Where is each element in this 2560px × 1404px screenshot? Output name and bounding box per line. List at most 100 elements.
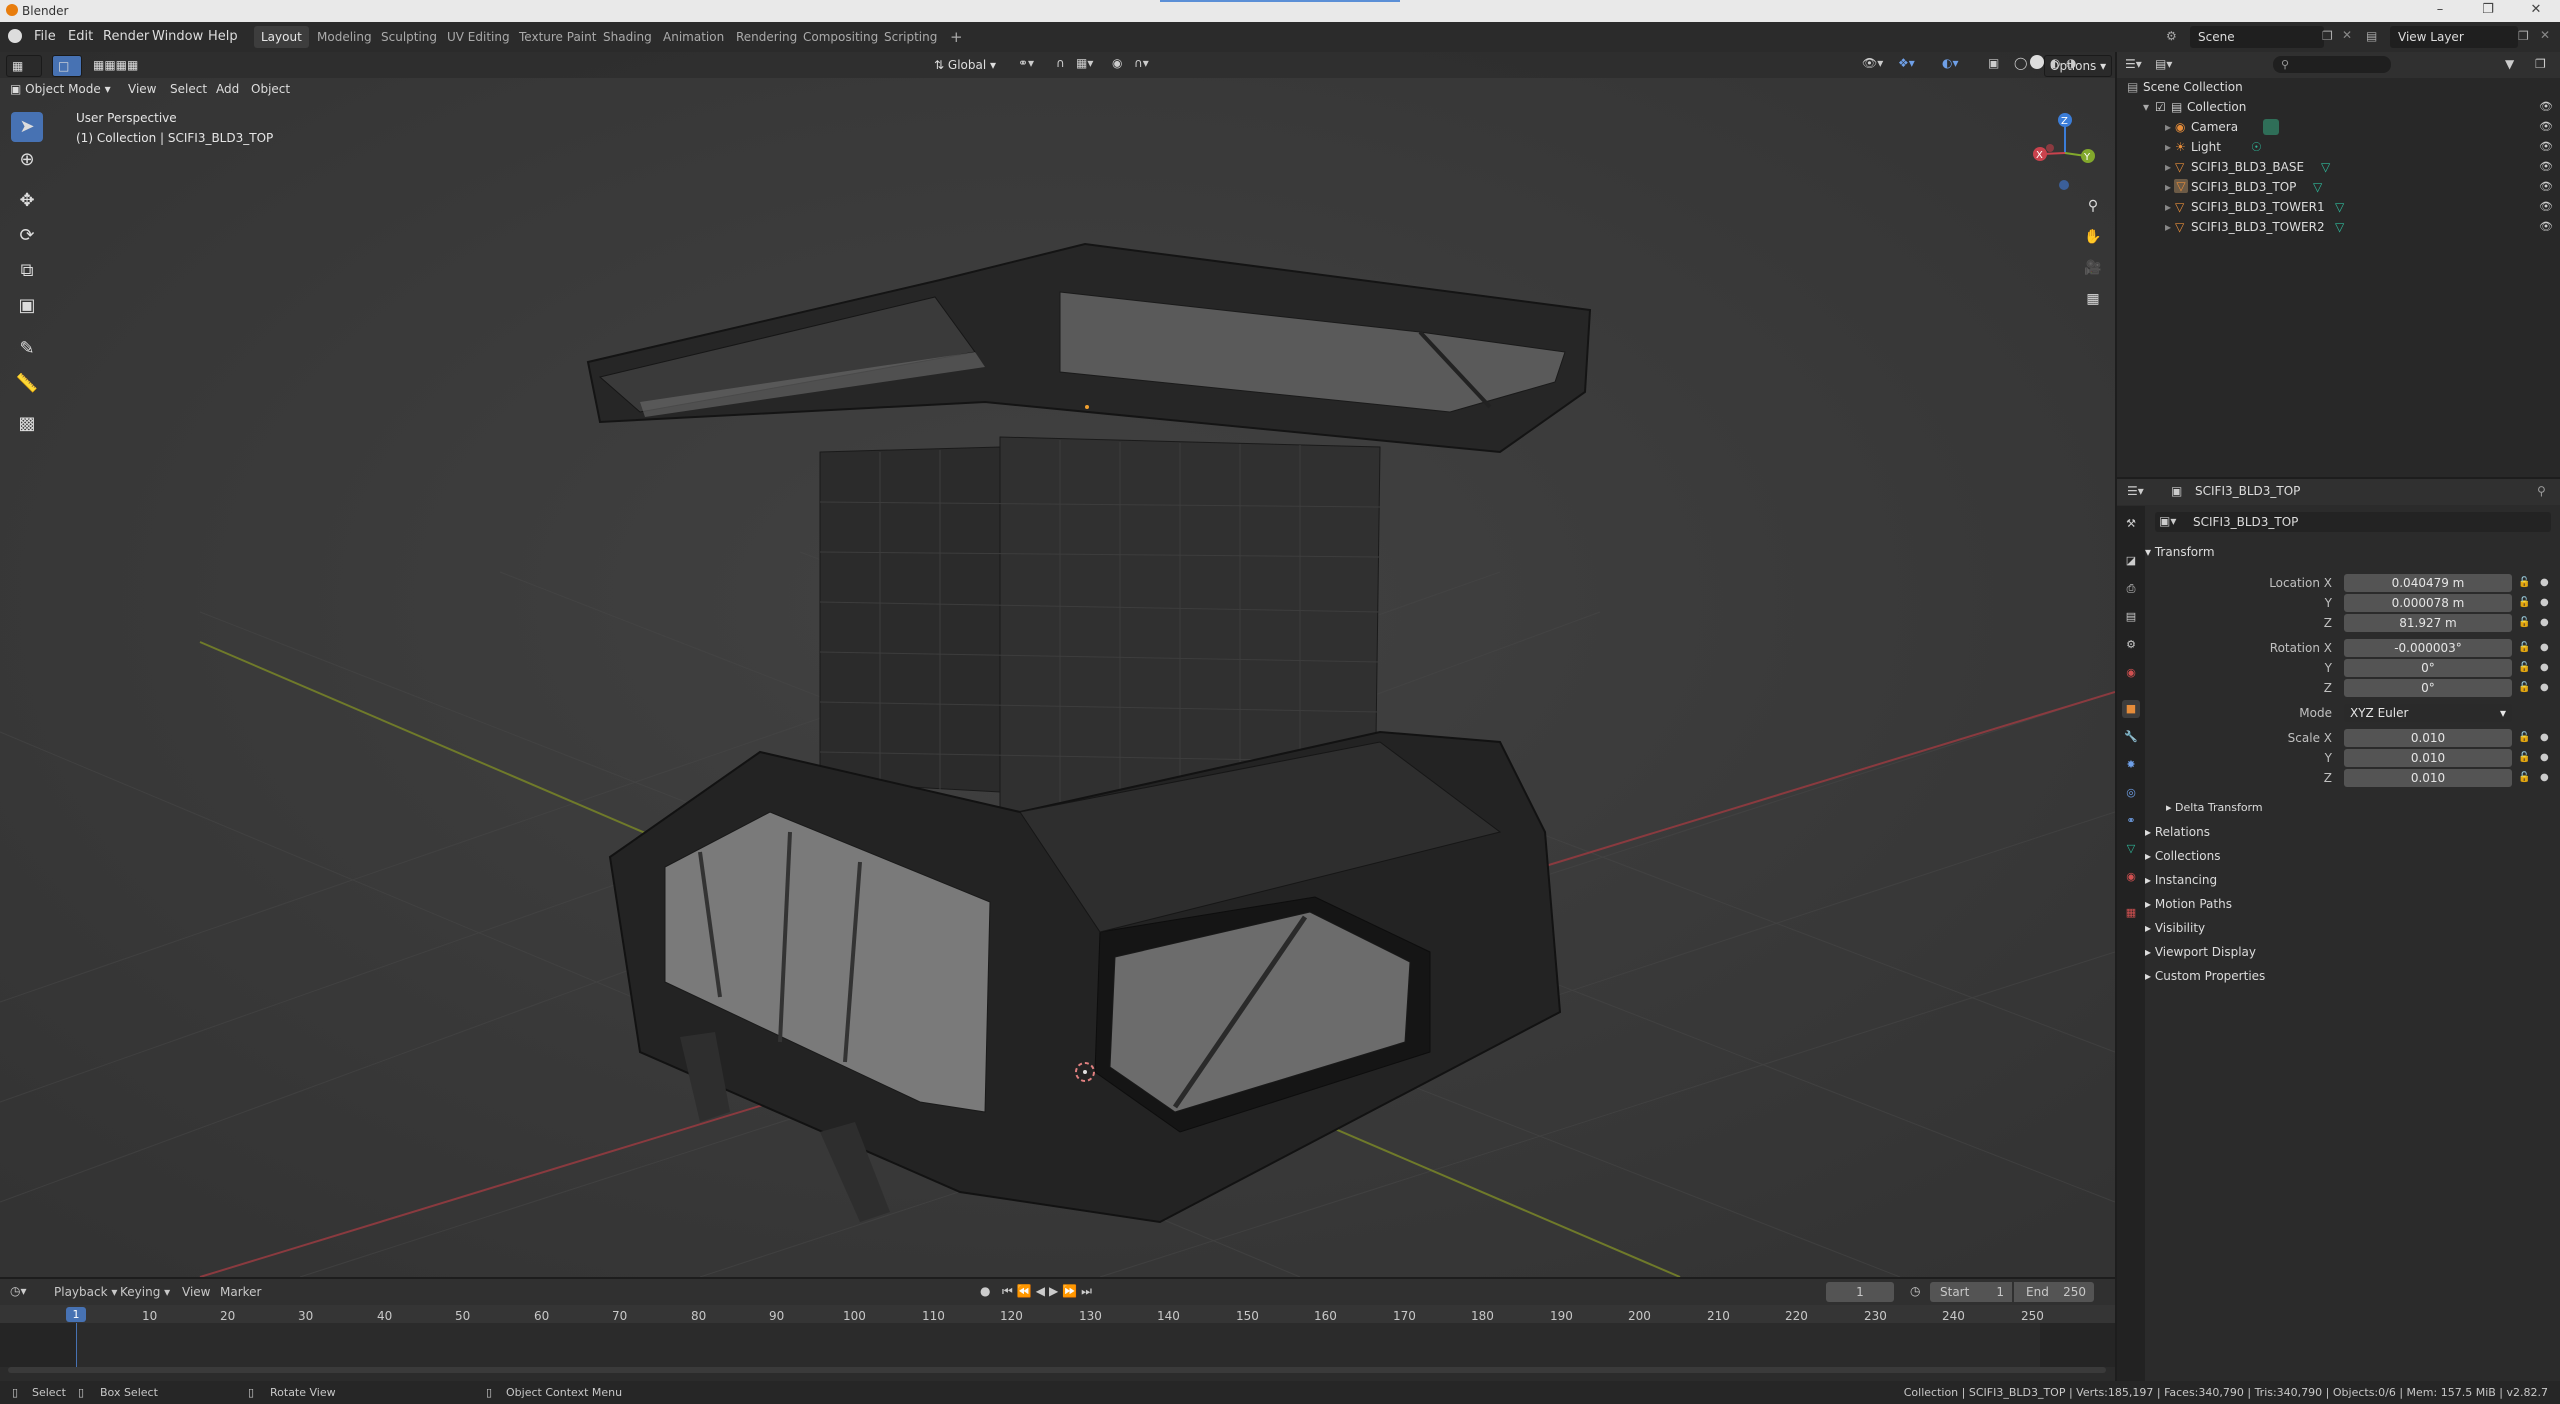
outliner-search-input[interactable]: ⚲	[2273, 56, 2391, 73]
world-tab-icon[interactable]: ◉	[2122, 664, 2140, 682]
modifier-tab-icon[interactable]: 🔧	[2122, 728, 2140, 746]
lock-icon[interactable]: 🔓	[2518, 752, 2530, 763]
keyframe-dot-icon[interactable]: ●	[2540, 617, 2549, 628]
mesh-data-tab-icon[interactable]: ▽	[2122, 840, 2140, 858]
cursor-tool-icon[interactable]: ⊕	[11, 145, 43, 175]
lock-icon[interactable]: 🔓	[2518, 772, 2530, 783]
new-scene-icon[interactable]: ❐	[2322, 29, 2333, 43]
object-tab-icon[interactable]: ■	[2122, 700, 2140, 718]
outliner-collection[interactable]: ▾ ☑ ▤ Collection 👁	[2117, 97, 2560, 117]
viewport-menu-select[interactable]: Select	[170, 82, 207, 96]
xray-icon[interactable]: ▣	[1988, 56, 1999, 70]
menu-edit[interactable]: Edit	[68, 29, 93, 44]
pivot-point-icon[interactable]: ⚭▾	[1018, 56, 1034, 70]
snap-icon[interactable]: ∩	[1056, 56, 1065, 70]
viewport-menu-add[interactable]: Add	[216, 82, 239, 96]
scale-y-field[interactable]: 0.010	[2344, 749, 2512, 767]
object-name-field[interactable]: ▣▾ SCIFI3_BLD3_TOP	[2155, 512, 2551, 532]
tab-rendering[interactable]: Rendering	[729, 26, 804, 48]
material-tab-icon[interactable]: ◉	[2122, 868, 2140, 886]
scene-tab-icon[interactable]: ⚙	[2122, 636, 2140, 654]
keyframe-dot-icon[interactable]: ●	[2540, 662, 2549, 673]
menu-render[interactable]: Render	[103, 29, 149, 44]
delta-transform-subpanel[interactable]: ▸ Delta Transform	[2166, 797, 2560, 819]
playhead-frame[interactable]: 1	[66, 1307, 86, 1322]
proportional-edit-icon[interactable]: ◉	[1112, 56, 1122, 70]
3d-viewport[interactable]	[0, 52, 2115, 1277]
outliner-scene-collection[interactable]: ▤ Scene Collection	[2117, 77, 2560, 97]
pin-icon[interactable]: ⚲	[2537, 484, 2546, 498]
annotate-tool-icon[interactable]: ✎	[11, 334, 43, 364]
record-icon[interactable]: ●	[980, 1284, 990, 1298]
minimize-icon[interactable]: –	[2420, 2, 2460, 20]
object-mode-dropdown[interactable]: ▣ Object Mode ▾	[10, 79, 111, 99]
measure-tool-icon[interactable]: 📏	[11, 369, 43, 399]
eye-icon[interactable]: 👁	[2539, 137, 2553, 157]
viewport-menu-object[interactable]: Object	[251, 82, 290, 96]
material-shading-icon[interactable]: ◐	[2050, 56, 2060, 70]
lock-icon[interactable]: 🔓	[2518, 617, 2530, 628]
playback-controls[interactable]: ⏮⏪◀▶⏩⏭	[1002, 1284, 1096, 1299]
panel-motion-paths[interactable]: ▸ Motion Paths	[2145, 893, 2550, 915]
rotation-mode-dropdown[interactable]: XYZ Euler ▾	[2344, 704, 2512, 722]
keyframe-dot-icon[interactable]: ●	[2540, 597, 2549, 608]
eye-icon[interactable]: 👁	[2539, 117, 2553, 137]
lock-icon[interactable]: 🔓	[2518, 682, 2530, 693]
constraints-tab-icon[interactable]: ⚭	[2122, 812, 2140, 830]
delete-scene-icon[interactable]: ✕	[2342, 28, 2352, 42]
scale-x-field[interactable]: 0.010	[2344, 729, 2512, 747]
timeline-editor-icon[interactable]: ◷▾	[10, 1284, 27, 1298]
overlay-toggle-icon[interactable]: ◐▾	[1942, 56, 1959, 70]
keyframe-dot-icon[interactable]: ●	[2540, 752, 2549, 763]
panel-custom-properties[interactable]: ▸ Custom Properties	[2145, 965, 2550, 987]
close-icon[interactable]: ✕	[2516, 2, 2556, 20]
preview-range-icon[interactable]: ◷	[1910, 1284, 1920, 1298]
panel-relations[interactable]: ▸ Relations	[2145, 821, 2550, 843]
display-mode-icon[interactable]: ▤▾	[2155, 57, 2172, 71]
rotation-x-field[interactable]: -0.000003°	[2344, 639, 2512, 657]
eye-icon[interactable]: 👁	[2539, 177, 2553, 197]
tab-uv-editing[interactable]: UV Editing	[440, 26, 517, 48]
move-tool-icon[interactable]: ✥	[11, 186, 43, 216]
timeline-menu-keying[interactable]: Keying ▾	[120, 1285, 170, 1299]
editor-type-icon[interactable]: ▦	[6, 55, 42, 77]
falloff-icon[interactable]: ∩▾	[1134, 56, 1149, 70]
panel-instancing[interactable]: ▸ Instancing	[2145, 869, 2550, 891]
view-layer-selector[interactable]: View Layer	[2390, 26, 2518, 48]
tab-compositing[interactable]: Compositing	[796, 26, 885, 48]
outliner-item-camera[interactable]: ▸ ◉ Camera 👁	[2117, 117, 2560, 137]
tab-shading[interactable]: Shading	[596, 26, 659, 48]
current-frame-field[interactable]: 1	[1826, 1282, 1894, 1302]
output-tab-icon[interactable]: ⎙	[2122, 580, 2140, 598]
timeline-menu-marker[interactable]: Marker	[220, 1285, 261, 1299]
timeline-menu-view[interactable]: View	[182, 1285, 210, 1299]
select-box-icon[interactable]: □	[52, 55, 82, 77]
wireframe-shading-icon[interactable]: ◯	[2014, 56, 2027, 70]
selection-modes-icon[interactable]: ▦▦▦▦	[88, 55, 143, 75]
new-view-layer-icon[interactable]: ❐	[2518, 29, 2529, 43]
render-tab-icon[interactable]: ◪	[2122, 552, 2140, 570]
navigation-gizmo[interactable]: Z Y X	[2020, 108, 2100, 198]
add-workspace-button[interactable]: +	[943, 26, 970, 48]
particles-tab-icon[interactable]: ✸	[2122, 756, 2140, 774]
solid-shading-icon[interactable]	[2030, 55, 2044, 69]
add-cube-tool-icon[interactable]: ▩	[11, 409, 43, 439]
ortho-grid-icon[interactable]: ▦	[2080, 286, 2106, 312]
viewport-menu-view[interactable]: View	[128, 82, 156, 96]
outliner-item-light[interactable]: ▸ ☀ Light ☉ 👁	[2117, 137, 2560, 157]
lock-icon[interactable]: 🔓	[2518, 642, 2530, 653]
tab-texture-paint[interactable]: Texture Paint	[512, 26, 603, 48]
outliner-item-tower2[interactable]: ▸ ▽ SCIFI3_BLD3_TOWER2 ▽ 👁	[2117, 217, 2560, 237]
outliner-item-top[interactable]: ▸ ▽ SCIFI3_BLD3_TOP ▽ 👁	[2117, 177, 2560, 197]
keyframe-dot-icon[interactable]: ●	[2540, 732, 2549, 743]
visibility-icon[interactable]: 👁▾	[1862, 56, 1883, 70]
timeline-scrollbar[interactable]	[8, 1367, 2106, 1373]
outliner-item-base[interactable]: ▸ ▽ SCIFI3_BLD3_BASE ▽ 👁	[2117, 157, 2560, 177]
menu-file[interactable]: File	[34, 29, 56, 44]
outliner-item-tower1[interactable]: ▸ ▽ SCIFI3_BLD3_TOWER1 ▽ 👁	[2117, 197, 2560, 217]
texture-tab-icon[interactable]: ▦	[2122, 904, 2140, 922]
tool-tab-icon[interactable]: ⚒	[2122, 515, 2140, 533]
transform-tool-icon[interactable]: ▣	[11, 291, 43, 321]
lock-icon[interactable]: 🔓	[2518, 597, 2530, 608]
select-tool-icon[interactable]: ➤	[11, 112, 43, 142]
